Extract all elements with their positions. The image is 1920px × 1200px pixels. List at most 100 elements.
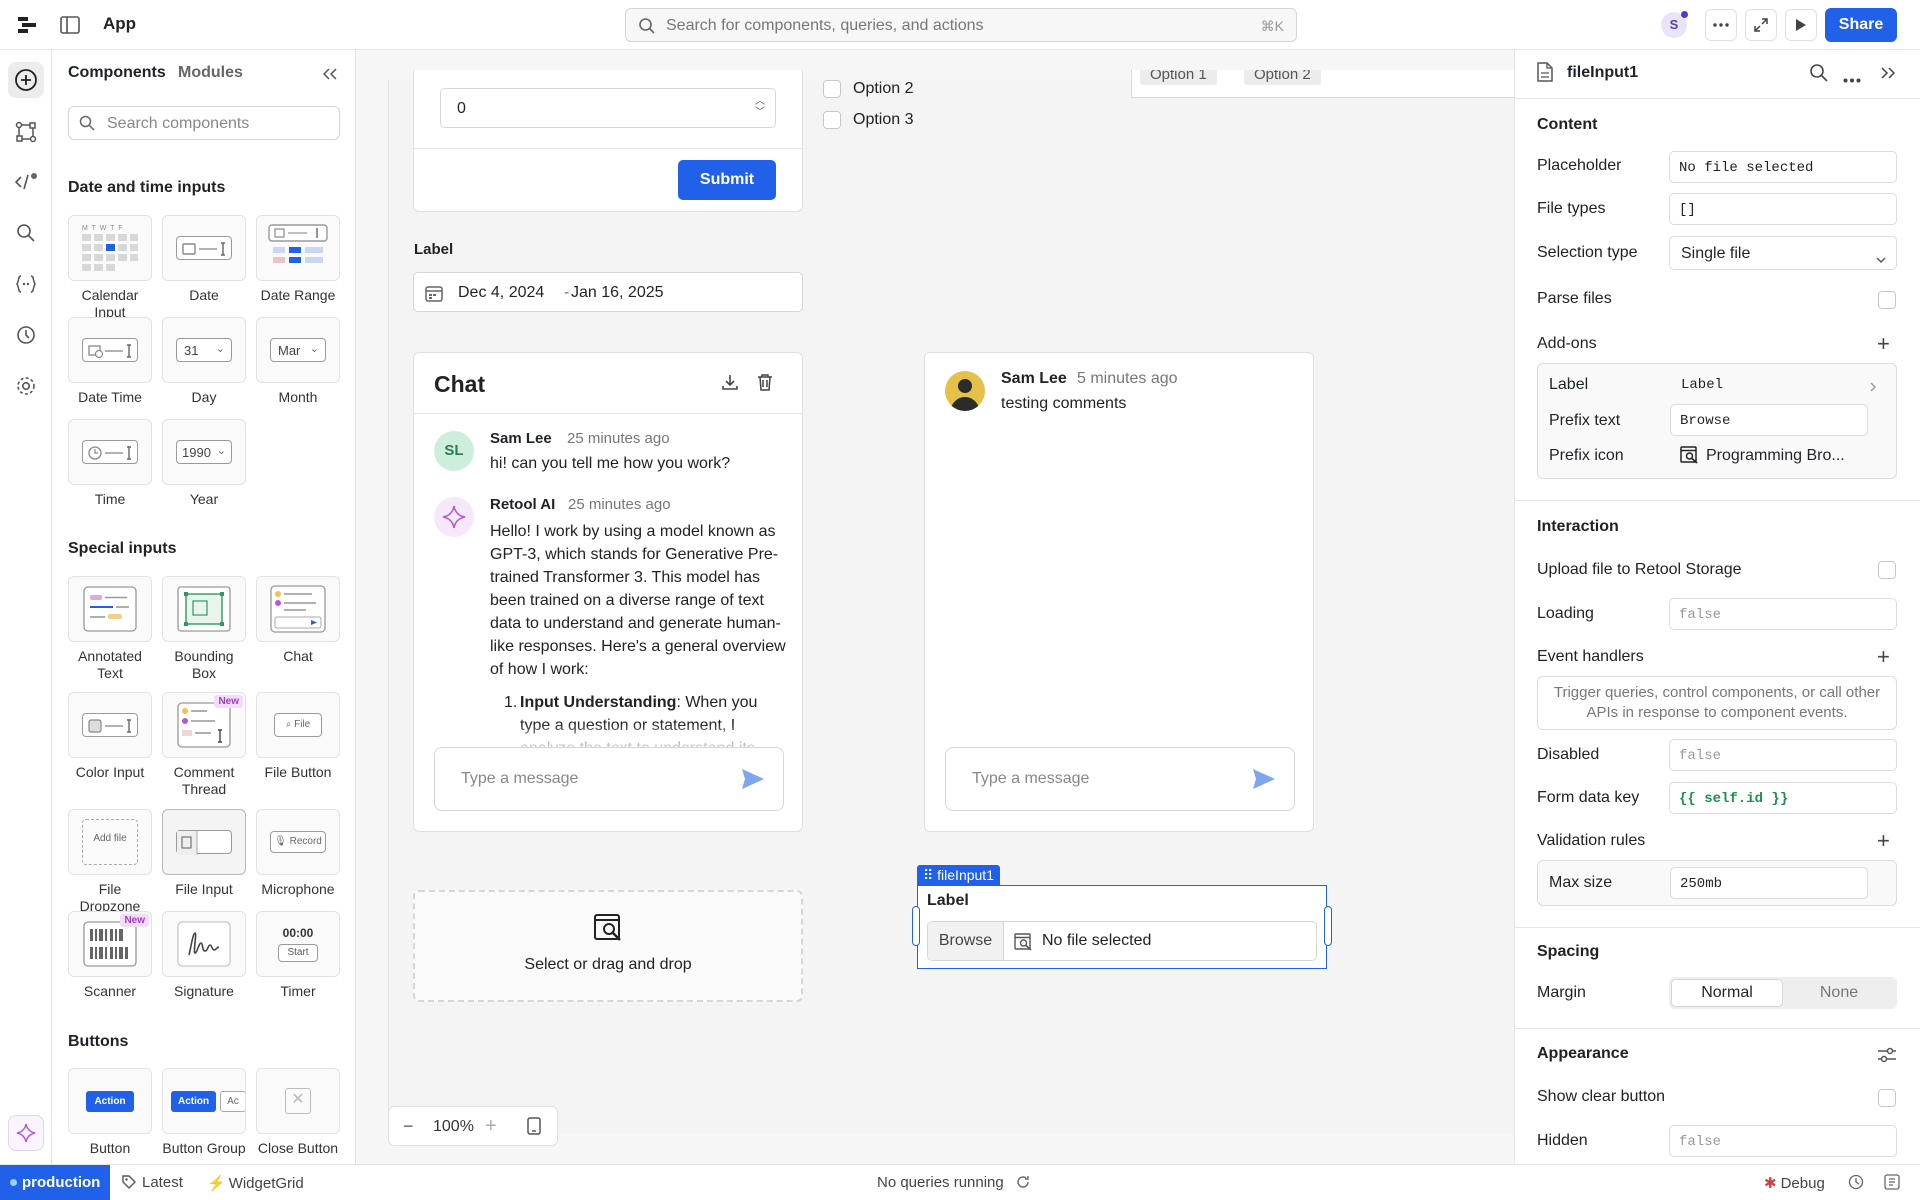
checkbox-option-3[interactable]: Option 3: [823, 111, 913, 133]
send-icon[interactable]: [1252, 768, 1276, 795]
tile-date-range[interactable]: Date Range: [256, 215, 340, 304]
sidebar-toggle-icon[interactable]: [58, 13, 82, 37]
max-size-field[interactable]: 250mb: [1670, 867, 1868, 899]
state-braces-icon[interactable]: [8, 266, 44, 302]
checkbox-option-2[interactable]: Option 2: [823, 80, 913, 102]
prefix-text-field[interactable]: Browse: [1670, 404, 1868, 436]
history-icon[interactable]: [8, 317, 44, 353]
download-icon[interactable]: [721, 373, 739, 396]
retool-logo-icon[interactable]: [14, 12, 40, 38]
avatar[interactable]: S: [1661, 11, 1688, 38]
submit-button[interactable]: Submit: [678, 160, 776, 200]
file-input-selected[interactable]: Label Browse No file selected: [912, 885, 1332, 969]
margin-option-normal[interactable]: Normal: [1671, 979, 1783, 1007]
search-rail-icon[interactable]: [8, 215, 44, 251]
tab-components[interactable]: Components: [68, 64, 166, 82]
tile-microphone[interactable]: 🎙 Record Microphone: [256, 809, 340, 898]
tile-chat[interactable]: Chat: [256, 576, 340, 665]
close-inspector-icon[interactable]: [1881, 66, 1896, 84]
global-search[interactable]: Search for components, queries, and acti…: [625, 8, 1297, 42]
app-title[interactable]: App: [103, 14, 136, 34]
loading-field[interactable]: false: [1669, 598, 1897, 630]
zoom-out-icon[interactable]: −: [403, 1116, 414, 1137]
browse-button[interactable]: Browse: [928, 922, 1004, 960]
collapse-panel-icon[interactable]: [320, 64, 340, 84]
tile-date[interactable]: Date: [162, 215, 246, 304]
add-component-icon[interactable]: [8, 62, 44, 98]
tile-close-button[interactable]: ✕ Close Button: [256, 1068, 340, 1157]
disabled-field[interactable]: false: [1669, 739, 1897, 771]
multiselect-fragment[interactable]: Option 1 Option 2: [1131, 70, 1514, 98]
share-button[interactable]: Share: [1825, 8, 1897, 42]
more-options-icon[interactable]: [1705, 9, 1737, 41]
comment-input[interactable]: Type a message: [945, 747, 1295, 811]
stepper-icon[interactable]: ︿ ﹀: [755, 96, 765, 118]
prefix-icon-picker[interactable]: Programming Bro...: [1672, 442, 1888, 470]
sliders-icon[interactable]: [1877, 1046, 1897, 1069]
comment-thread-component[interactable]: Sam Lee 5 minutes ago testing comments T…: [924, 352, 1314, 832]
shortcuts-icon[interactable]: [1884, 1174, 1900, 1194]
number-input[interactable]: 0 ︿ ﹀: [440, 88, 776, 128]
tile-bounding-box[interactable]: Bounding Box: [162, 576, 246, 682]
tile-signature[interactable]: Signature: [162, 911, 246, 1000]
settings-gear-icon[interactable]: [8, 368, 44, 404]
inspector-component-name[interactable]: fileInput1: [1567, 64, 1638, 82]
add-addon-icon[interactable]: +: [1877, 333, 1890, 355]
form-container[interactable]: 0 ︿ ﹀ Submit: [413, 70, 804, 212]
checkbox[interactable]: [823, 80, 841, 98]
form-data-key-field[interactable]: {{ self.id }}: [1669, 782, 1897, 814]
code-icon[interactable]: [8, 164, 44, 200]
preview-play-icon[interactable]: [1785, 9, 1817, 41]
tile-file-dropzone[interactable]: Add file File Dropzone: [68, 809, 152, 915]
placeholder-field[interactable]: No file selected: [1669, 151, 1897, 183]
add-validation-rule-icon[interactable]: +: [1877, 830, 1890, 852]
tile-annotated-text[interactable]: Annotated Text: [68, 576, 152, 682]
expand-icon[interactable]: [1745, 9, 1777, 41]
tile-file-button[interactable]: ⌕ File File Button: [256, 692, 340, 781]
tile-scanner[interactable]: New Scanner: [68, 911, 152, 1000]
branch-indicator[interactable]: Latest: [122, 1174, 183, 1193]
tile-comment-thread[interactable]: New Comment Thread: [162, 692, 246, 798]
upload-storage-checkbox[interactable]: [1878, 561, 1896, 579]
file-dropzone[interactable]: Select or drag and drop: [413, 890, 803, 1002]
more-options-icon[interactable]: [1843, 70, 1861, 88]
history-icon[interactable]: [1848, 1174, 1864, 1194]
trash-icon[interactable]: [757, 373, 773, 396]
file-input-field[interactable]: Browse No file selected: [927, 921, 1317, 961]
parse-files-checkbox[interactable]: [1878, 291, 1896, 309]
show-clear-button-checkbox[interactable]: [1878, 1089, 1896, 1107]
tab-modules[interactable]: Modules: [178, 64, 243, 82]
resize-handle-left[interactable]: [912, 906, 920, 946]
tile-timer[interactable]: 00:00 Start Timer: [256, 911, 340, 1000]
tile-button-group[interactable]: Action Ac Button Group: [162, 1068, 246, 1157]
tile-calendar-input[interactable]: M T W T F Calendar Input: [68, 215, 152, 321]
date-range-input[interactable]: Dec 4, 2024 - Jan 16, 2025: [413, 272, 803, 312]
widget-indicator[interactable]: ⚡ WidgetGrid: [207, 1174, 304, 1192]
tile-date-time[interactable]: Date Time: [68, 317, 152, 406]
file-types-field[interactable]: []: [1669, 193, 1897, 225]
refresh-icon[interactable]: [1016, 1175, 1030, 1193]
tile-year[interactable]: 1990 ⌄ Year: [162, 419, 246, 508]
margin-option-none[interactable]: None: [1783, 979, 1895, 1007]
selection-type-select[interactable]: Single file: [1669, 236, 1897, 270]
workflow-icon[interactable]: [8, 114, 44, 150]
add-event-handler-icon[interactable]: +: [1877, 646, 1890, 668]
checkbox[interactable]: [823, 111, 841, 129]
send-icon[interactable]: [741, 768, 765, 795]
hidden-field[interactable]: false: [1669, 1125, 1897, 1157]
tile-month[interactable]: Mar ⌄ Month: [256, 317, 340, 406]
component-tag[interactable]: ⠿ fileInput1: [917, 865, 1000, 885]
zoom-in-icon[interactable]: +: [485, 1115, 497, 1138]
tile-button[interactable]: Action Button: [68, 1068, 152, 1157]
chat-message-input[interactable]: Type a message: [434, 747, 784, 811]
tile-time[interactable]: Time: [68, 419, 152, 508]
debug-button[interactable]: ✱ Debug: [1764, 1174, 1825, 1192]
event-handlers-empty[interactable]: Trigger queries, control components, or …: [1537, 676, 1897, 730]
tile-file-input[interactable]: File Input: [162, 809, 246, 898]
addon-label-row[interactable]: Label: [1672, 370, 1888, 398]
assist-sparkle-icon[interactable]: [8, 1115, 44, 1151]
environment-badge[interactable]: production: [0, 1165, 110, 1200]
tile-day[interactable]: 31 ⌄ Day: [162, 317, 246, 406]
search-icon[interactable]: [1809, 63, 1829, 88]
component-search-input[interactable]: Search components: [68, 106, 340, 140]
